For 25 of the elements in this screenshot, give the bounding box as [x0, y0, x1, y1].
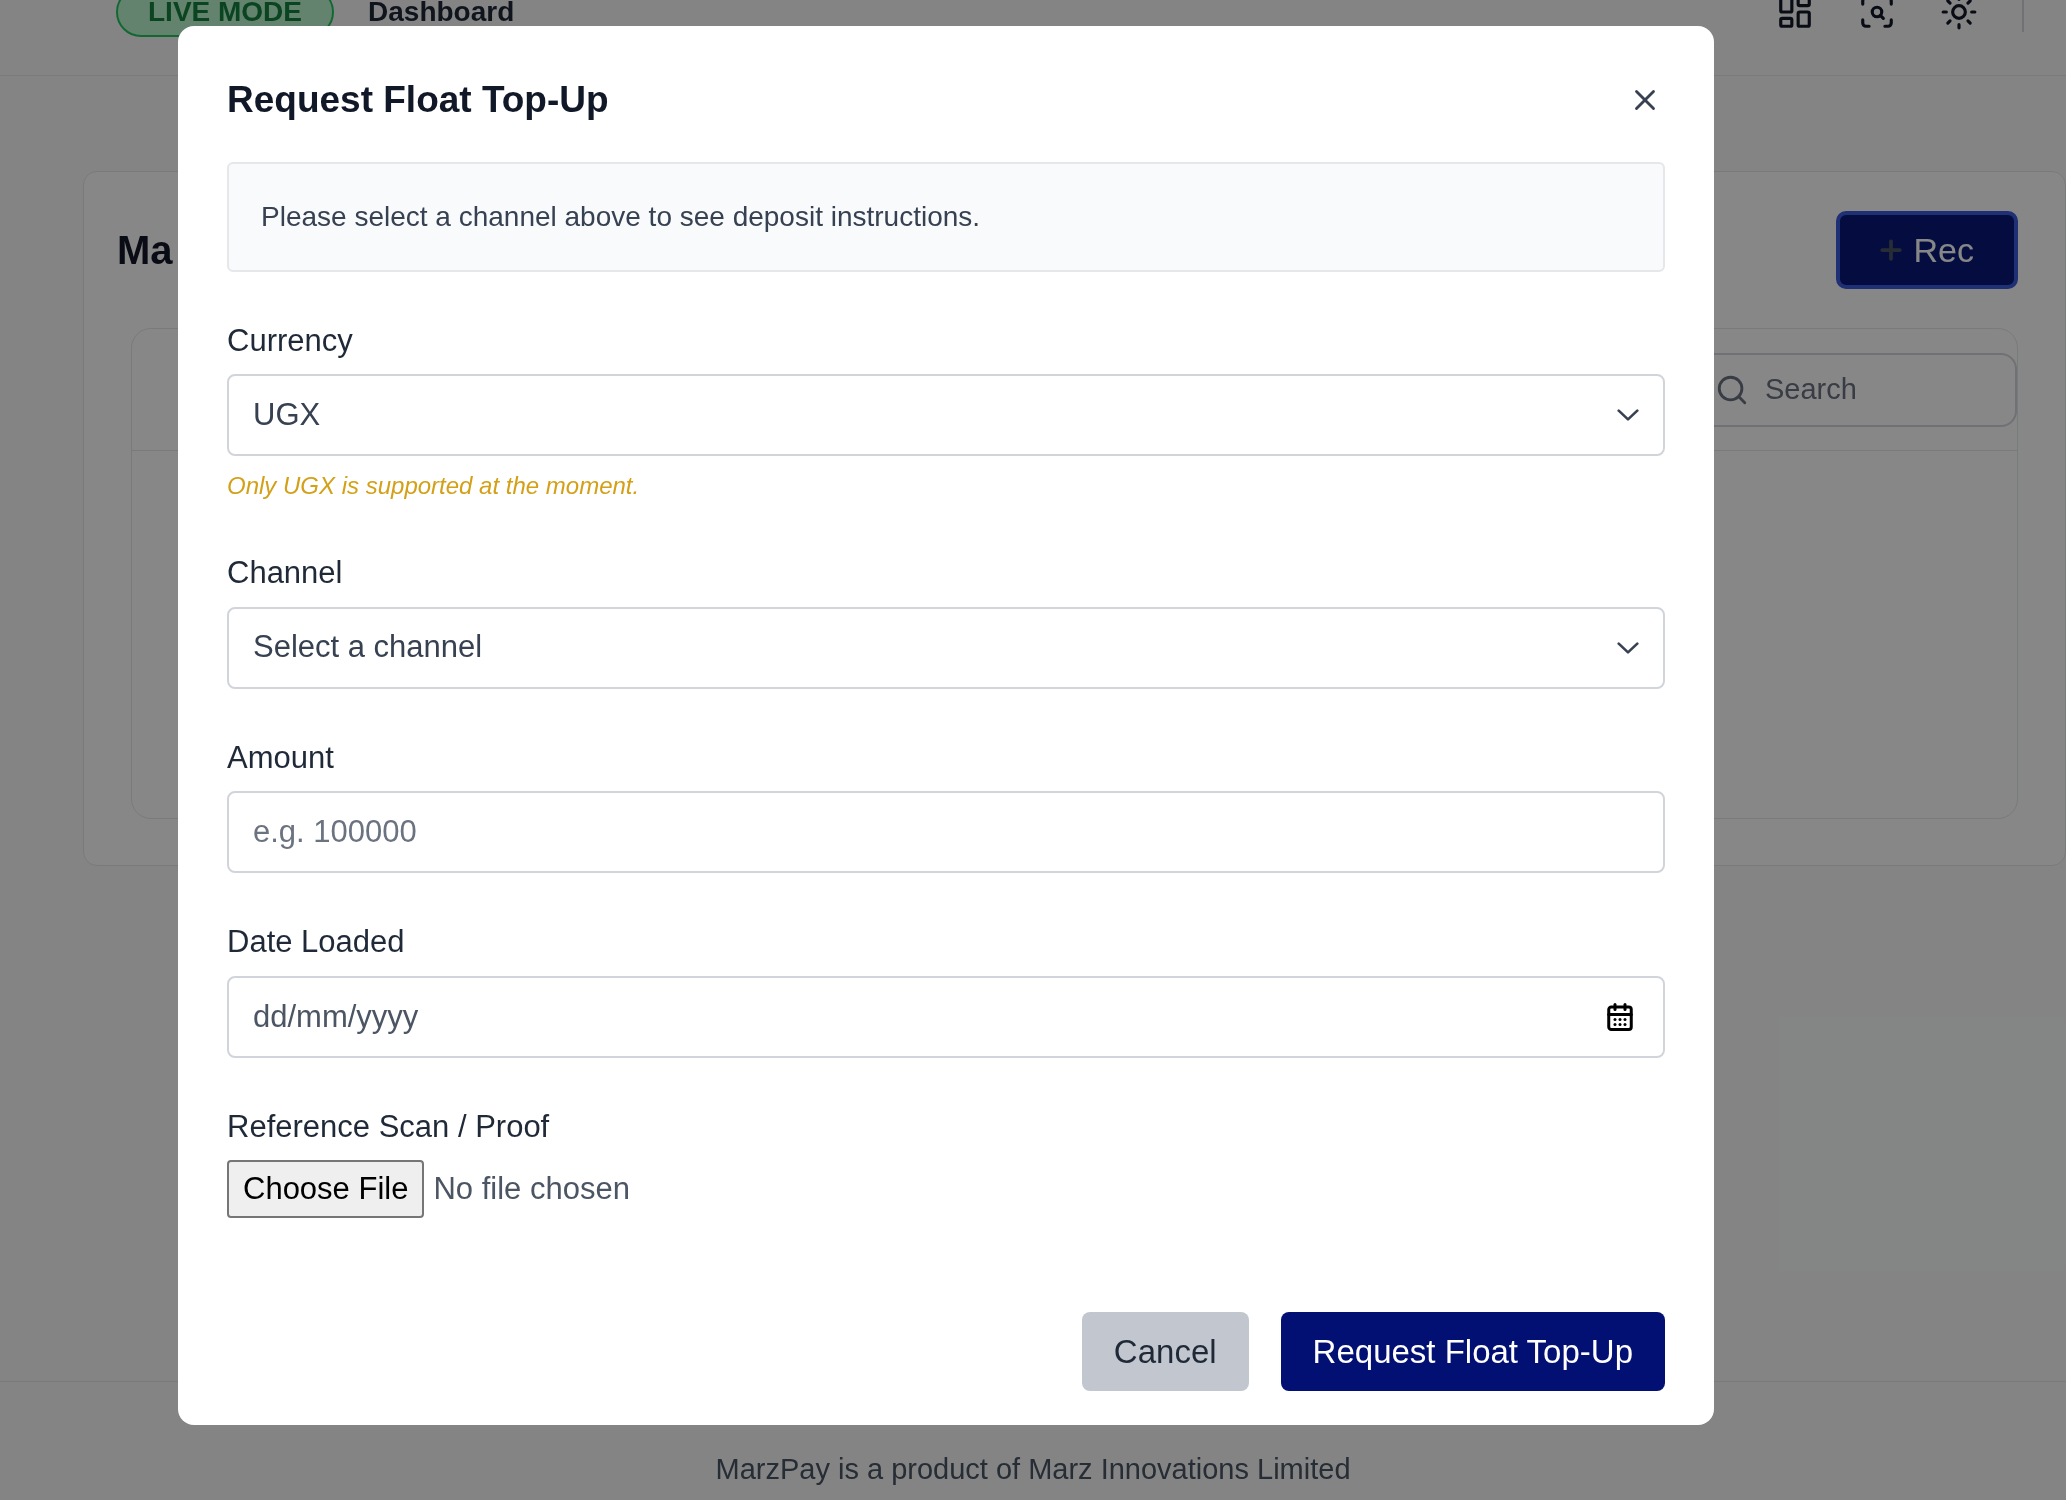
- input-field[interactable]: e.g. 100000: [227, 791, 1665, 873]
- footer-text: MarzPay is a product of Marz Innovations Limited: [715, 1452, 1351, 1487]
- field-label: Date Loaded: [227, 923, 405, 961]
- notice-text: Please select a channel above to see deposit instructions.: [261, 199, 981, 234]
- date-field[interactable]: dd/mm/yyyy: [227, 975, 1665, 1058]
- page-title: Dashboard: [368, 0, 515, 29]
- file-status: No file chosen: [433, 1169, 630, 1208]
- select-field[interactable]: Select a channel: [227, 606, 1665, 689]
- field-label: Currency: [227, 321, 353, 360]
- page-heading: Ma: [117, 227, 173, 274]
- chevron-down-icon: [1617, 409, 1639, 421]
- sun-icon[interactable]: [1940, 0, 1978, 31]
- field-hint: Only UGX is supported at the moment.: [227, 471, 640, 501]
- cancel-button[interactable]: Cancel: [1081, 1312, 1249, 1391]
- magnifier-icon[interactable]: [1858, 0, 1896, 31]
- submit-button[interactable]: Request Float Top-Up: [1280, 1312, 1665, 1391]
- field-label: Channel: [227, 554, 343, 592]
- add-request-button[interactable]: Rec: [1835, 211, 2018, 289]
- chevron-down-icon: [1617, 641, 1639, 654]
- modal-title: Request Float Top-Up: [227, 78, 609, 122]
- select-field[interactable]: UGX: [227, 374, 1665, 456]
- field-label: Reference Scan / Proof: [227, 1107, 550, 1146]
- field-label: Amount: [227, 738, 334, 777]
- calendar-icon[interactable]: [1605, 1001, 1635, 1032]
- choose-file-button[interactable]: Choose File: [227, 1160, 425, 1218]
